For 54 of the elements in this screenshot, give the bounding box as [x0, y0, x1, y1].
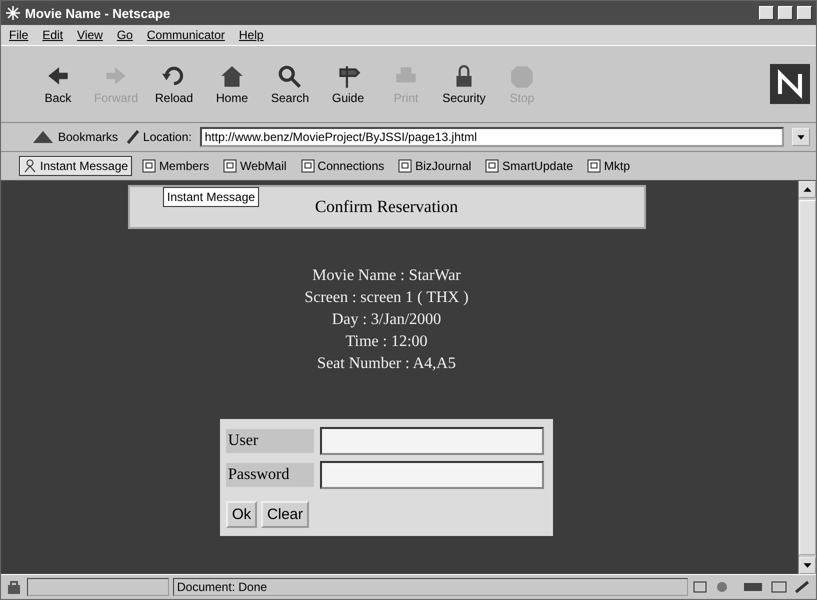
bookmarks-button[interactable]: Bookmarks — [31, 129, 118, 145]
toolbar-button[interactable]: Guide — [321, 61, 375, 107]
menu-item[interactable]: Help — [236, 28, 266, 42]
detail-text: Day : 3/Jan/2000 — [332, 310, 442, 330]
user-field[interactable] — [320, 427, 544, 455]
tooltip: Instant Message — [163, 187, 260, 207]
scrollbar[interactable] — [798, 181, 816, 574]
clear-button[interactable]: Clear — [261, 501, 310, 528]
page-icon — [142, 159, 156, 173]
bookmark-button[interactable]: SmartUpdate — [481, 156, 577, 176]
menu-item[interactable]: Go — [114, 28, 135, 42]
toolbar-button[interactable]: Home — [205, 61, 259, 107]
bookmark-button[interactable]: Mktp — [583, 156, 634, 176]
lock-icon — [5, 579, 23, 595]
component-bar-drawing[interactable] — [692, 579, 812, 595]
detail-text: Time : 12:00 — [345, 332, 428, 352]
minimize-button[interactable] — [759, 6, 774, 20]
status-text: Document: Done — [173, 578, 688, 596]
page-icon — [223, 159, 238, 173]
url-field[interactable]: http://www.benz/MovieProject/ByJSSI/page13.jhtml — [200, 127, 784, 147]
page-icon — [398, 159, 412, 173]
scroll-up-icon[interactable] — [799, 181, 816, 198]
page-icon — [587, 159, 601, 173]
app-logo-icon — [5, 5, 21, 21]
toolbar-button[interactable]: Security — [437, 61, 491, 107]
detail-text: Seat Number : A4,A5 — [317, 354, 456, 374]
bookmark-icon — [31, 129, 55, 145]
close-button[interactable] — [797, 6, 812, 20]
password-field[interactable] — [320, 461, 544, 489]
toolbar-button[interactable]: Search — [263, 61, 317, 107]
detail-text: Screen : screen 1 ( THX ) — [304, 288, 469, 308]
toolbar-button[interactable]: Reload — [147, 61, 201, 107]
bookmark-button[interactable]: BizJournal — [394, 156, 476, 176]
menu-item[interactable]: View — [75, 28, 105, 42]
bookmark-button[interactable]: Members — [138, 156, 214, 176]
window-title: Movie Name - Netscape — [25, 6, 172, 20]
bookmark-button[interactable]: WebMail — [219, 156, 291, 176]
menu-item[interactable]: Edit — [40, 28, 66, 42]
bookmark-button[interactable]: Instant Message — [19, 156, 132, 176]
bookmark-button[interactable]: Connections — [296, 156, 388, 176]
page-icon — [300, 159, 315, 173]
scroll-down-icon[interactable] — [799, 557, 816, 574]
menu-item[interactable]: Communicator — [144, 28, 227, 42]
maximize-button[interactable] — [778, 6, 793, 20]
person-icon — [23, 159, 37, 173]
field-label: Password — [226, 463, 314, 487]
stop-icon — [508, 63, 536, 91]
detail-text: Movie Name : StarWar — [312, 266, 461, 286]
page-icon — [485, 159, 500, 173]
location-label: Location: — [126, 129, 192, 145]
menu-item[interactable]: File — [7, 28, 30, 42]
toolbar-button[interactable]: Back — [31, 61, 85, 107]
ok-button[interactable]: Ok — [226, 501, 258, 528]
field-label: User — [226, 429, 314, 453]
